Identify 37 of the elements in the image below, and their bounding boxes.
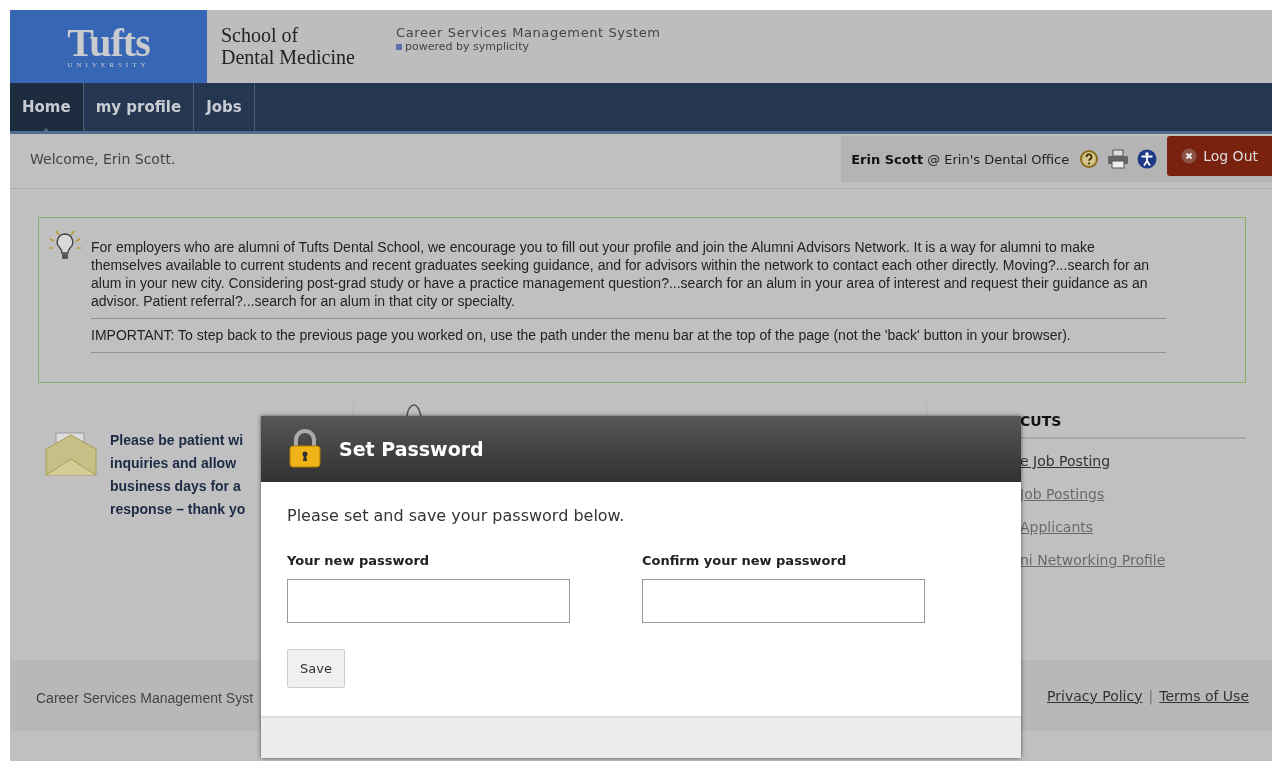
help-icon[interactable] xyxy=(1079,149,1100,169)
school-name: School of xyxy=(221,24,300,46)
welcome-text: Welcome, Erin Scott. xyxy=(29,150,176,167)
system-title: Career Services Management System xyxy=(396,25,661,40)
shortcut-link[interactable]: e Job Posting xyxy=(1020,445,1246,478)
logo-text: Tufts xyxy=(67,24,150,61)
nav-tab[interactable]: Jobs xyxy=(194,83,255,131)
notice-text: inquiries and allow xyxy=(110,454,238,473)
user-name: Erin Scott xyxy=(851,151,924,167)
lock-icon xyxy=(287,429,323,469)
school-name: Dental Medicine xyxy=(221,46,356,68)
envelope-icon xyxy=(44,431,98,477)
link-separator: | xyxy=(1148,687,1154,704)
password-field[interactable] xyxy=(642,579,925,623)
dialog-title: Set Password xyxy=(339,438,484,460)
powered-by-text: powered by symplicity xyxy=(405,40,529,53)
tip-text: For employers who are alumni of Tufts Dental School, we encourage you to fill out your profile and join the Alumni Advisors Network. It is a way for alumni to make themselves available to current students and recent graduates seeking guidance, and for advisors within the network to contact each other directly. Moving?...search for an alum in your new city. Considering post-grad study or have a practice management question?...search for an alum in your area of interest and request their guidance as an advisor. Patient referral?...search for an alum in that city or specialty. xyxy=(91,238,1166,319)
user-office: @ Erin's Dental Office xyxy=(927,151,1070,167)
field-label: Your new password xyxy=(287,553,431,568)
save-button[interactable]: Save xyxy=(287,649,345,688)
password-field[interactable] xyxy=(287,579,570,623)
important-note: IMPORTANT: To step back to the previous page you worked on, use the path under the menu bar at the top of the page (not the 'back' button in your browser). xyxy=(91,319,1166,353)
terms-link[interactable]: Terms of Use xyxy=(1159,687,1249,704)
dialog-message: Please set and save your password below. xyxy=(287,506,626,525)
nav-tab[interactable]: my profile xyxy=(83,83,195,131)
close-icon xyxy=(1181,148,1198,164)
privacy-link[interactable]: Privacy Policy xyxy=(1047,687,1143,704)
square-icon xyxy=(396,43,402,50)
footer-text: Career Services Management Syst xyxy=(36,689,254,706)
logout-button[interactable]: Log Out xyxy=(1167,136,1272,176)
notice-text: response – thank yo xyxy=(110,500,246,519)
field-label: Confirm your new password xyxy=(642,553,848,568)
nav-tab[interactable]: Home xyxy=(10,83,84,131)
notice-text: business days for a xyxy=(110,477,242,496)
accessibility-icon[interactable] xyxy=(1137,149,1158,169)
notice-text: Please be patient wi xyxy=(110,431,245,450)
print-icon[interactable] xyxy=(1107,149,1130,169)
